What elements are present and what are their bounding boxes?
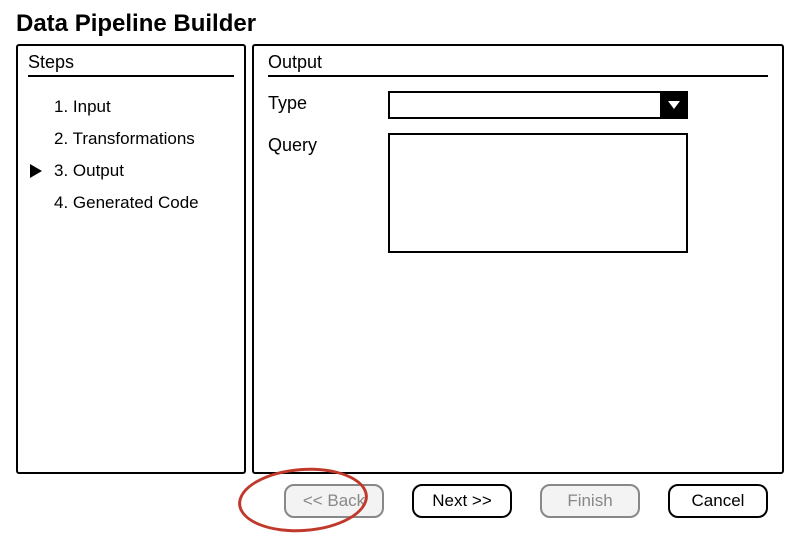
wizard-footer: << Back Next >> Finish Cancel bbox=[16, 474, 784, 534]
page-title: Data Pipeline Builder bbox=[16, 10, 784, 38]
step-label: 1. Input bbox=[54, 97, 111, 116]
step-label: 4. Generated Code bbox=[54, 193, 199, 212]
query-label: Query bbox=[268, 133, 388, 156]
steps-heading: Steps bbox=[28, 52, 234, 77]
cancel-button[interactable]: Cancel bbox=[668, 484, 768, 518]
back-button-label: << Back bbox=[303, 491, 365, 511]
step-generated-code[interactable]: 4. Generated Code bbox=[34, 187, 234, 219]
steps-panel: Steps 1. Input 2. Transformations 3. Out… bbox=[16, 44, 246, 474]
chevron-down-icon bbox=[668, 101, 680, 109]
query-input[interactable] bbox=[388, 133, 688, 253]
step-input[interactable]: 1. Input bbox=[34, 91, 234, 123]
type-select-button[interactable] bbox=[660, 93, 686, 117]
type-label: Type bbox=[268, 91, 388, 114]
type-select-value bbox=[390, 93, 660, 117]
next-button[interactable]: Next >> bbox=[412, 484, 512, 518]
step-label: 2. Transformations bbox=[54, 129, 195, 148]
step-label: 3. Output bbox=[54, 161, 124, 180]
step-output[interactable]: 3. Output bbox=[34, 155, 234, 187]
type-select[interactable] bbox=[388, 91, 688, 119]
step-transformations[interactable]: 2. Transformations bbox=[34, 123, 234, 155]
output-panel: Output Type Query bbox=[252, 44, 784, 474]
steps-list: 1. Input 2. Transformations 3. Output 4.… bbox=[28, 91, 234, 219]
output-heading: Output bbox=[268, 52, 768, 77]
finish-button[interactable]: Finish bbox=[540, 484, 640, 518]
finish-button-label: Finish bbox=[567, 491, 612, 511]
next-button-label: Next >> bbox=[432, 491, 492, 511]
back-button[interactable]: << Back bbox=[284, 484, 384, 518]
cancel-button-label: Cancel bbox=[692, 491, 745, 511]
